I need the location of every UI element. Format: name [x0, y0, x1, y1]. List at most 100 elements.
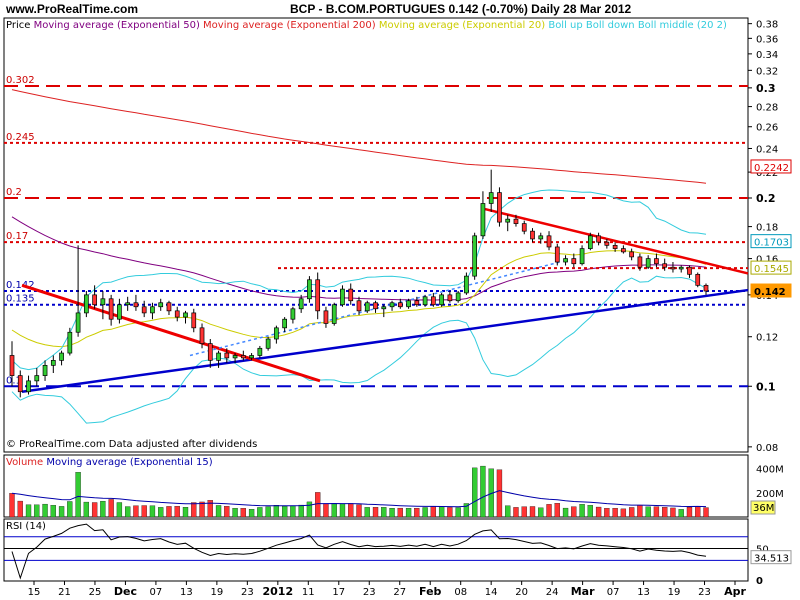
legend-boll-down[interactable]: Boll down [586, 20, 635, 31]
legend-volume[interactable]: Volume [6, 457, 43, 468]
candle-body [67, 331, 73, 354]
volume-bar [595, 506, 602, 518]
candle-body [621, 248, 626, 253]
candle-body [406, 300, 411, 308]
volume-bar [9, 493, 15, 518]
legend-ma20[interactable]: Moving average (Exponential 20) [379, 20, 545, 31]
candle-body [464, 275, 469, 294]
candle-body [298, 298, 304, 310]
volume-bar [174, 506, 180, 518]
candle-body [530, 230, 535, 240]
candle-body [125, 302, 131, 306]
candle-body [554, 246, 560, 263]
volume-bar [224, 506, 230, 518]
x-tick-label: 19 [668, 587, 681, 598]
volume-bar [199, 501, 205, 518]
legend-price[interactable]: Price [6, 20, 30, 31]
legend-ma200[interactable]: Moving average (Exponential 200) [203, 20, 376, 31]
volume-bar [125, 506, 131, 518]
x-tick-label: 23 [698, 587, 711, 598]
volume-bar [587, 505, 593, 518]
candle-body [92, 294, 97, 306]
volume-bar [381, 507, 387, 518]
x-tick-label: 23 [241, 587, 254, 598]
candle-body [59, 352, 64, 361]
candle-body [563, 258, 568, 263]
value-marker-label: 0.1703 [754, 238, 789, 249]
volume-bar [91, 502, 98, 518]
x-tick-label: Feb [419, 585, 442, 598]
price-tick-label: 0.26 [756, 123, 778, 134]
candle-body [439, 294, 444, 306]
volume-bar [116, 502, 123, 518]
volume-bar [248, 509, 255, 518]
legend-volume-ma[interactable]: Moving average (Exponential 15) [46, 457, 212, 468]
volume-bar [306, 501, 313, 518]
candle-body [75, 312, 81, 333]
candle-body [678, 266, 684, 270]
candle-body [513, 218, 519, 224]
candle-body [422, 296, 428, 306]
volume-bar [281, 506, 288, 518]
volume-bar [166, 506, 172, 518]
volume-bar [290, 505, 296, 518]
price-tick-label: 0.32 [756, 66, 778, 77]
level-label: 0.135 [6, 294, 35, 305]
candle-body [50, 360, 56, 366]
site-name[interactable]: www.ProRealTime.com [6, 2, 138, 16]
candle-body [397, 302, 403, 308]
volume-bar [356, 504, 362, 518]
volume-bar [438, 506, 445, 518]
volume-bar [108, 499, 114, 518]
candle-body [654, 258, 659, 265]
volume-bar [678, 509, 684, 518]
candle-body [695, 273, 701, 286]
candle-body [538, 235, 544, 240]
volume-bar [529, 506, 536, 518]
candle-body [274, 327, 279, 340]
candle-body [629, 251, 634, 258]
candle-body [307, 279, 312, 300]
volume-bar [133, 505, 139, 518]
volume-bar [571, 506, 577, 518]
volume-bar [25, 504, 32, 518]
volume-bar [686, 506, 693, 518]
candle-body [158, 302, 164, 308]
price-tick-label: 0.2 [756, 192, 776, 205]
level-label: 0.2 [6, 187, 22, 198]
candle-body [150, 306, 155, 314]
candle-body [381, 306, 387, 310]
x-tick-label: 08 [454, 587, 467, 598]
legend-boll-middle[interactable]: Boll middle (20 2) [638, 20, 727, 31]
value-marker-label: 0.1545 [754, 264, 789, 275]
header-bar: www.ProRealTime.com BCP - B.COM.PORTUGUE… [0, 0, 800, 18]
price-tick-label: 0.36 [756, 34, 778, 45]
candle-body [596, 235, 601, 243]
candle-body [290, 308, 296, 320]
legend-rsi[interactable]: RSI (14) [6, 521, 46, 532]
candle-body [373, 302, 378, 310]
candle-body [472, 235, 478, 277]
volume-bar [670, 507, 676, 518]
legend-boll-up[interactable]: Boll up [548, 20, 582, 31]
legend-ma50[interactable]: Moving average (Exponential 50) [34, 20, 200, 31]
copyright-text: © ProRealTime.com Data adjusted after di… [6, 439, 258, 450]
candle-body [662, 263, 668, 268]
volume-bar [42, 503, 48, 518]
volume-bar [397, 507, 403, 518]
candle-body [637, 256, 643, 268]
x-tick-label: 07 [607, 587, 620, 598]
volume-bar [323, 503, 329, 518]
candle-body [579, 248, 585, 265]
volume-bar [141, 505, 147, 518]
candle-body [265, 338, 271, 349]
volume-bar [554, 503, 560, 518]
volume-bar [562, 507, 569, 518]
x-tick-label: 13 [637, 587, 650, 598]
rsi-legend: RSI (14) [6, 521, 46, 532]
candle-body [224, 352, 230, 359]
value-marker-label: 0.142 [754, 287, 786, 298]
candle-body [100, 298, 106, 306]
rsi-tick-label: 0 [756, 576, 763, 587]
volume-bar [628, 507, 635, 518]
